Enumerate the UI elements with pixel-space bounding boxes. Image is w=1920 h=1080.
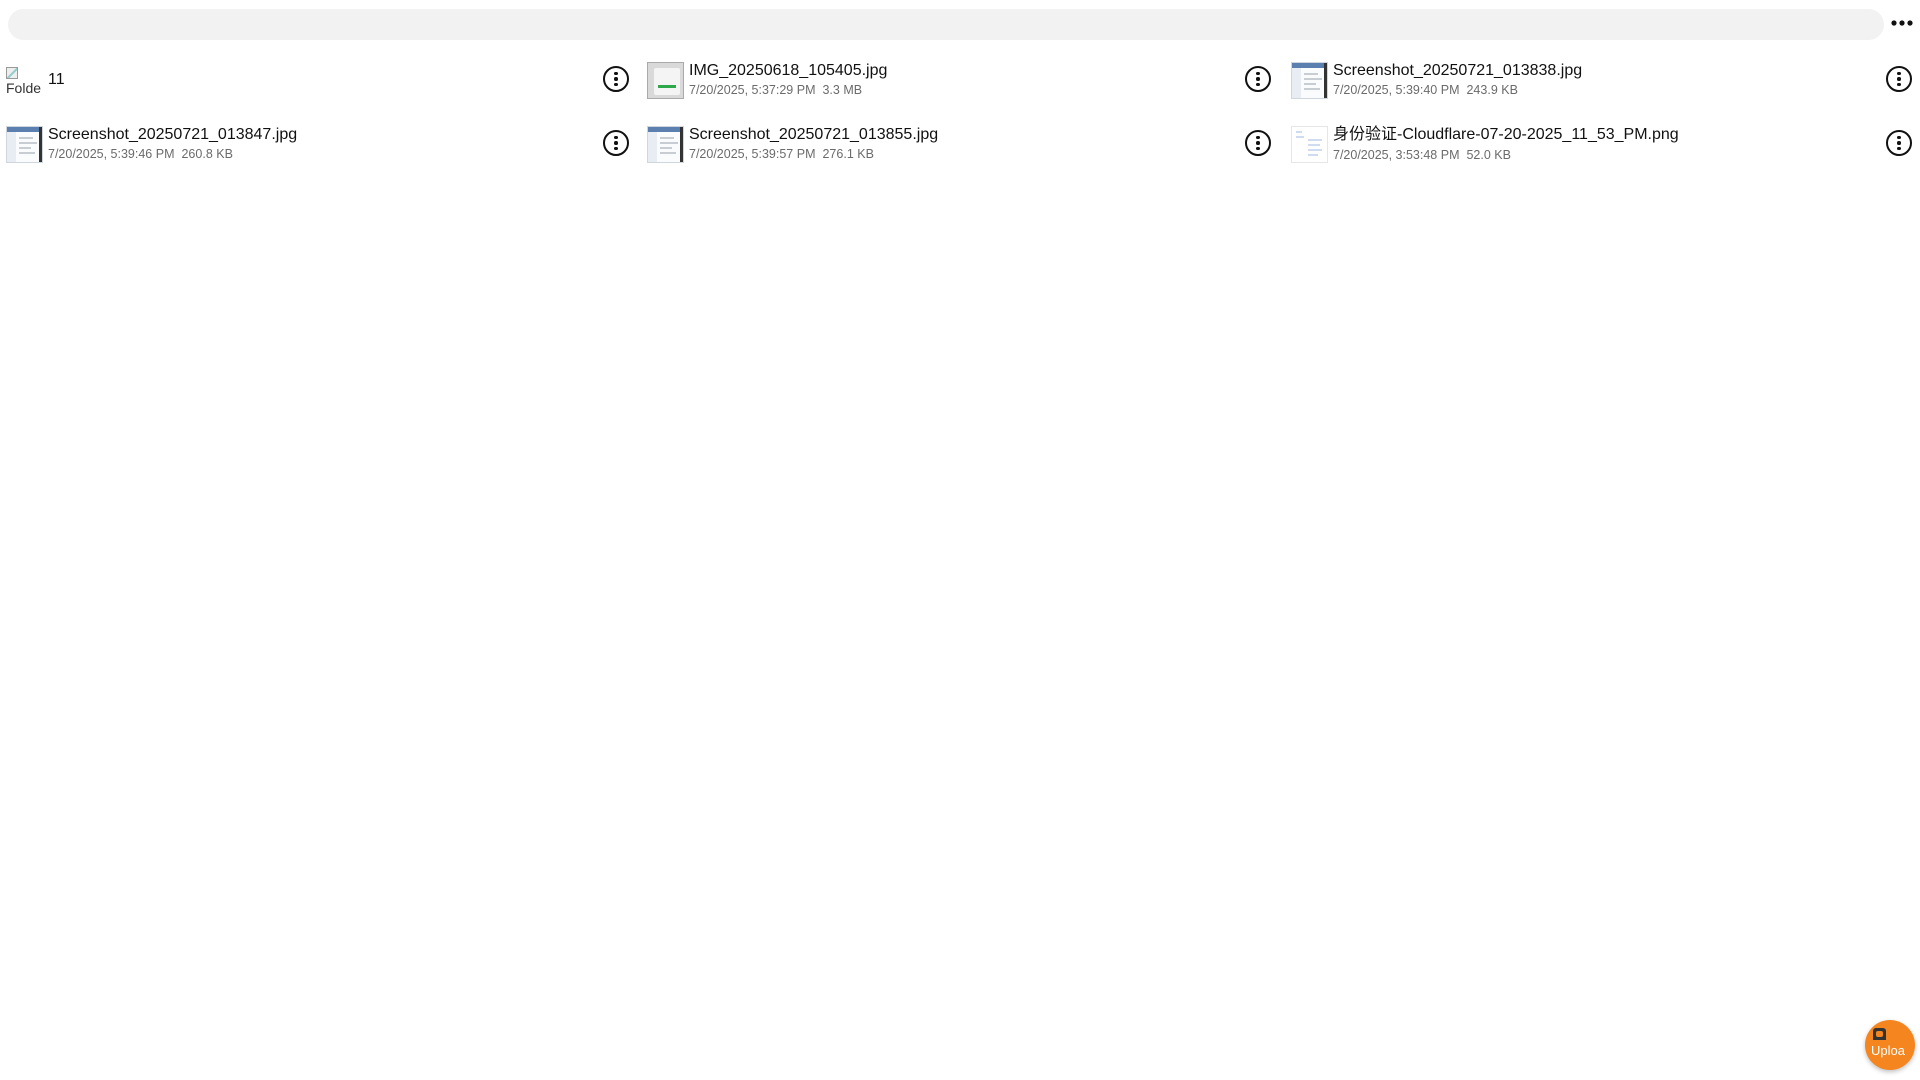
file-item[interactable]: 身份验证-Cloudflare-07-20-2025_11_53_PM.png … [1282,122,1920,186]
file-item[interactable]: IMG_20250618_105405.jpg 7/20/2025, 5:37:… [641,58,1282,122]
file-name: Screenshot_20250721_013855.jpg [689,126,939,143]
screenshot-thumbnail [1291,62,1328,99]
folder-thumbnail-alt: Folde [6,80,42,96]
file-name: IMG_20250618_105405.jpg [689,62,888,79]
file-name: Screenshot_20250721_013838.jpg [1333,62,1583,79]
folder-thumbnail: Folde [6,62,43,99]
image-thumbnail [1291,126,1328,163]
path-bar[interactable] [8,9,1884,40]
file-date: 7/20/2025, 5:39:46 PM [48,147,175,161]
file-item[interactable]: Screenshot_20250721_013838.jpg 7/20/2025… [1282,58,1920,122]
screenshot-thumbnail [647,126,684,163]
more-horizontal-icon [1891,20,1913,26]
file-meta: 7/20/2025, 5:39:57 PM 276.1 KB [689,147,874,162]
upload-label: Uploa [1871,1043,1905,1058]
file-size: 276.1 KB [822,147,874,161]
file-size: 243.9 KB [1466,83,1518,97]
file-date: 7/20/2025, 5:37:29 PM [689,83,816,97]
broken-image-icon [6,67,18,79]
file-date: 7/20/2025, 3:53:48 PM [1333,148,1460,162]
file-item[interactable]: Screenshot_20250721_013855.jpg 7/20/2025… [641,122,1282,186]
screenshot-thumbnail [6,126,43,163]
item-options-button[interactable] [1245,130,1271,156]
photo-thumbnail [647,62,684,99]
file-item[interactable]: Screenshot_20250721_013847.jpg 7/20/2025… [0,122,641,186]
top-bar [0,0,1920,46]
item-options-button[interactable] [1245,66,1271,92]
file-meta: 7/20/2025, 5:39:46 PM 260.8 KB [48,147,233,162]
file-size: 260.8 KB [181,147,233,161]
folder-item[interactable]: Folde 11 [0,58,641,122]
file-name: 11 [48,71,65,88]
upload-icon [1873,1028,1886,1040]
file-size: 3.3 MB [822,83,863,97]
file-meta: 7/20/2025, 3:53:48 PM 52.0 KB [1333,148,1511,163]
item-options-button[interactable] [603,66,629,92]
file-name: Screenshot_20250721_013847.jpg [48,126,298,143]
file-size: 52.0 KB [1466,148,1511,162]
item-options-button[interactable] [1886,130,1912,156]
more-options-button[interactable] [1891,12,1913,34]
item-options-button[interactable] [1886,66,1912,92]
item-options-button[interactable] [603,130,629,156]
file-name: 身份验证-Cloudflare-07-20-2025_11_53_PM.png [1333,126,1679,143]
upload-button[interactable]: Uploa [1865,1020,1915,1070]
file-date: 7/20/2025, 5:39:57 PM [689,147,816,161]
file-date: 7/20/2025, 5:39:40 PM [1333,83,1460,97]
file-meta: 7/20/2025, 5:37:29 PM 3.3 MB [689,83,862,98]
file-grid: Folde 11 IMG_20250618_105405.jpg 7/20/20… [0,58,1920,186]
file-meta: 7/20/2025, 5:39:40 PM 243.9 KB [1333,83,1518,98]
